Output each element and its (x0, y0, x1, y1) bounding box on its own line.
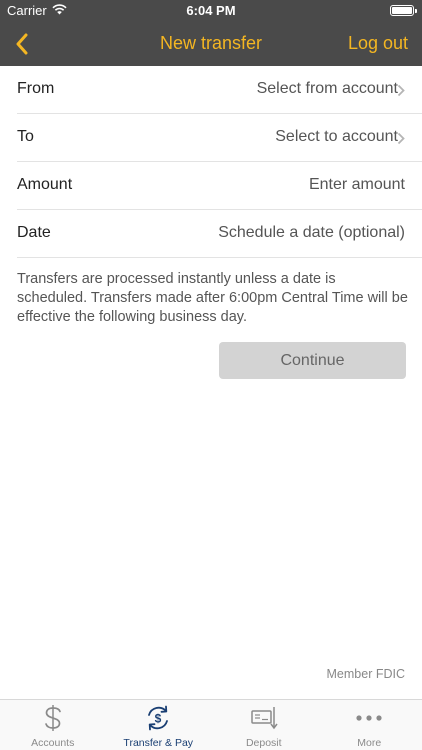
from-account-row[interactable]: From Select from account (17, 66, 422, 114)
tab-accounts-label: Accounts (31, 737, 75, 749)
app-header: Carrier 6:04 PM New transfer Log out (0, 0, 422, 66)
from-label: From (17, 80, 55, 97)
tab-deposit[interactable]: Deposit (211, 700, 317, 750)
chevron-right-icon (397, 84, 405, 97)
amount-row[interactable]: Amount Enter amount (17, 162, 422, 210)
tab-transfer-pay-label: Transfer & Pay (123, 737, 194, 749)
amount-label: Amount (17, 176, 73, 193)
check-deposit-icon (251, 707, 278, 730)
continue-button[interactable]: Continue (219, 342, 406, 379)
to-account-row[interactable]: To Select to account (17, 114, 422, 162)
status-time: 6:04 PM (186, 3, 236, 18)
tab-accounts[interactable]: Accounts (0, 700, 106, 750)
status-bar: Carrier 6:04 PM (0, 0, 422, 22)
tab-transfer-pay[interactable]: $ Transfer & Pay (106, 700, 212, 750)
date-input[interactable]: Schedule a date (optional) (218, 224, 405, 242)
more-icon (356, 715, 382, 721)
from-account-value: Select from account (256, 80, 398, 97)
tab-deposit-label: Deposit (245, 737, 282, 749)
dollar-icon (44, 705, 61, 731)
logout-button[interactable]: Log out (348, 33, 408, 54)
battery-icon (390, 5, 417, 16)
to-account-value: Select to account (275, 128, 398, 145)
nav-bar: New transfer Log out (0, 22, 422, 66)
svg-text:$: $ (155, 712, 162, 726)
tab-more-label: More (357, 737, 382, 749)
tab-more[interactable]: More (317, 700, 422, 750)
transfer-notice: Transfers are processed instantly unless… (17, 271, 408, 325)
tab-bar: Accounts $ Transfer & Pay Deposit More (0, 699, 422, 750)
to-label: To (17, 128, 34, 145)
chevron-right-icon (397, 132, 405, 145)
date-label: Date (17, 224, 51, 241)
transfer-pay-icon: $ (148, 705, 169, 731)
transfer-form: From Select from account To Select to ac… (0, 66, 422, 258)
date-row[interactable]: Date Schedule a date (optional) (17, 210, 422, 258)
amount-input[interactable]: Enter amount (309, 176, 405, 194)
member-fdic-note: Member FDIC (326, 667, 405, 681)
